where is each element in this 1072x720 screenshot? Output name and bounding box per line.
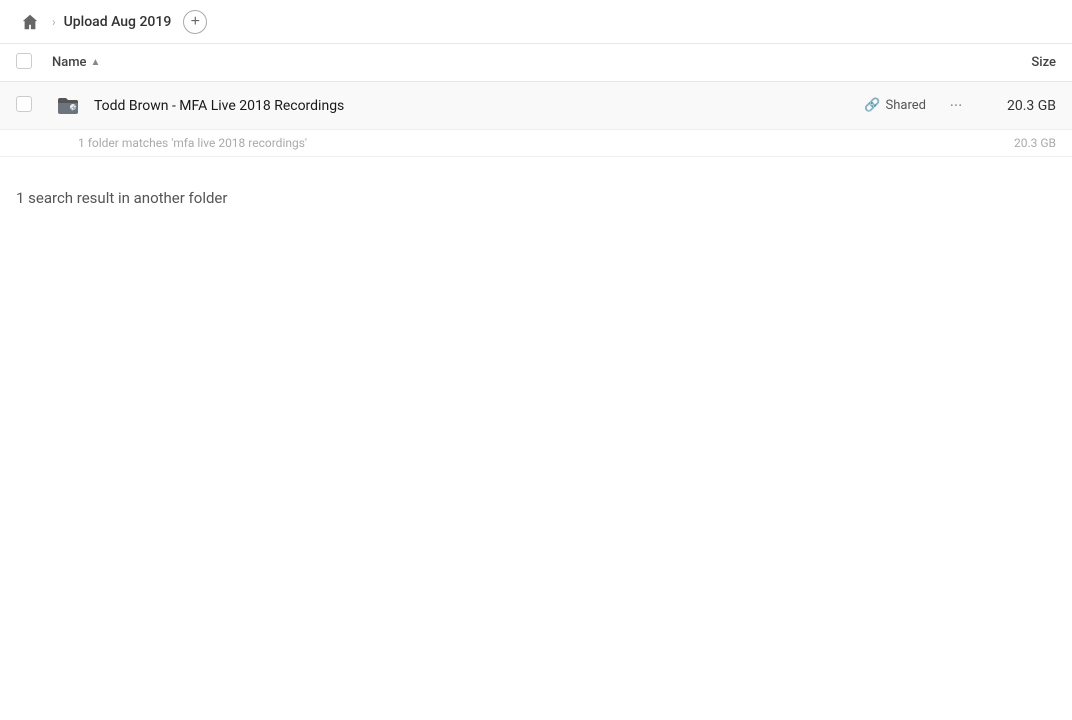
breadcrumb-chevron-icon: › — [52, 15, 56, 29]
name-column-label: Name — [52, 55, 87, 70]
match-info-text: 1 folder matches 'mfa live 2018 recordin… — [78, 136, 986, 150]
sort-arrow-icon: ▲ — [91, 57, 101, 68]
breadcrumb-label: Upload Aug 2019 — [64, 14, 172, 30]
size-column-header: Size — [976, 55, 1056, 70]
more-options-button[interactable]: ··· — [942, 92, 970, 120]
folder-icon: 🔗 — [52, 90, 84, 122]
file-name: Todd Brown - MFA Live 2018 Recordings — [94, 98, 864, 114]
shared-badge: 🔗 Shared — [864, 98, 926, 113]
shared-label: Shared — [886, 98, 926, 113]
row-checkbox-container[interactable] — [16, 96, 52, 116]
name-column-header[interactable]: Name ▲ — [52, 55, 976, 70]
home-button[interactable] — [16, 8, 44, 36]
svg-text:🔗: 🔗 — [71, 104, 78, 111]
table-header: Name ▲ Size — [0, 44, 1072, 82]
table-row[interactable]: 🔗 Todd Brown - MFA Live 2018 Recordings … — [0, 82, 1072, 130]
select-all-checkbox-container[interactable] — [16, 53, 52, 73]
match-info-size: 20.3 GB — [986, 136, 1056, 150]
breadcrumb-bar: › Upload Aug 2019 + — [0, 0, 1072, 44]
other-results-text: 1 search result in another folder — [16, 189, 227, 207]
file-size: 20.3 GB — [986, 98, 1056, 114]
other-results-section: 1 search result in another folder — [0, 157, 1072, 223]
select-all-checkbox[interactable] — [16, 53, 32, 69]
link-icon: 🔗 — [864, 98, 880, 113]
match-info-row: 1 folder matches 'mfa live 2018 recordin… — [0, 130, 1072, 157]
row-checkbox[interactable] — [16, 96, 32, 112]
add-button[interactable]: + — [183, 10, 207, 34]
